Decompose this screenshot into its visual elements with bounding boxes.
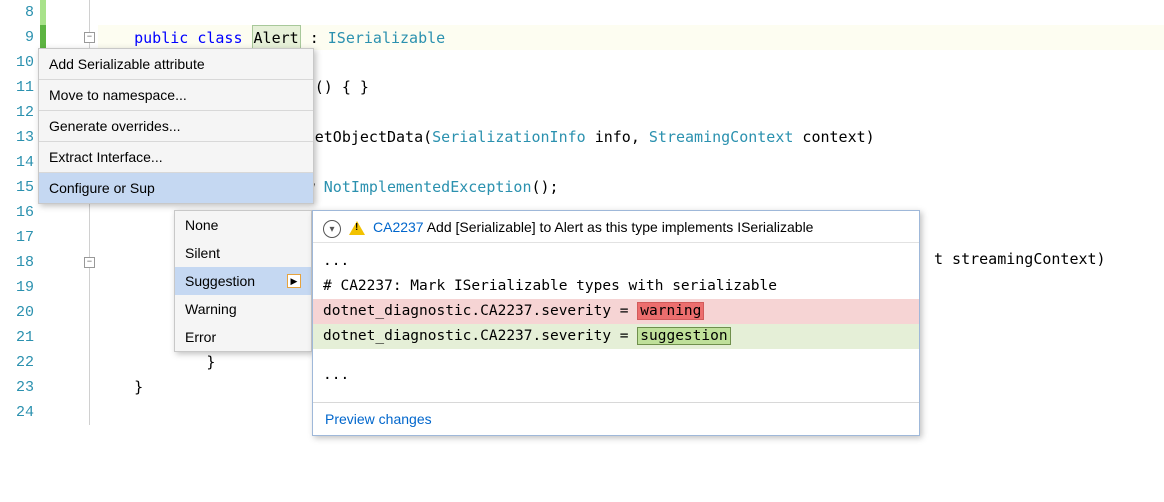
menu-item-extract-interface[interactable]: Extract Interface...	[39, 142, 313, 172]
preview-diff-body: ... # CA2237: Mark ISerializable types w…	[313, 243, 919, 402]
diff-deleted-word: warning	[637, 302, 704, 320]
code-fragment-line18: t streamingContext)	[934, 250, 1106, 268]
submenu-item-suggestion[interactable]: Suggestion ▶	[175, 267, 311, 295]
rule-link[interactable]: CA2237	[373, 219, 424, 235]
quick-actions-menu: Add Serializable attribute Move to names…	[38, 48, 314, 204]
preview-changes-link[interactable]: Preview changes	[313, 402, 919, 435]
diff-added-line: dotnet_diagnostic.CA2237.severity = sugg…	[313, 324, 919, 349]
menu-item-move-namespace[interactable]: Move to namespace...	[39, 80, 313, 110]
line-number-gutter: 8 9 10 11 12 13 14 15 16 17 18 19 20 21 …	[0, 0, 40, 425]
warning-icon	[349, 221, 365, 235]
fold-toggle-icon[interactable]: −	[84, 32, 95, 43]
submenu-item-error[interactable]: Error	[175, 323, 311, 351]
code-line-9[interactable]: public class Alert : ISerializable	[98, 25, 1164, 50]
diff-added-word: suggestion	[637, 327, 730, 345]
fold-toggle-icon[interactable]: −	[84, 257, 95, 268]
menu-item-generate-overrides[interactable]: Generate overrides...	[39, 111, 313, 141]
fix-preview-panel: ▾ CA2237 Add [Serializable] to Alert as …	[312, 210, 920, 436]
preview-title-text: Add [Serializable] to Alert as this type…	[427, 219, 814, 235]
chevron-down-circle-icon[interactable]: ▾	[323, 220, 341, 238]
submenu-item-none[interactable]: None	[175, 211, 311, 239]
submenu-item-silent[interactable]: Silent	[175, 239, 311, 267]
diff-deleted-line: dotnet_diagnostic.CA2237.severity = warn…	[313, 299, 919, 324]
menu-item-add-serializable[interactable]: Add Serializable attribute	[39, 49, 313, 79]
menu-item-configure-suppress[interactable]: Configure or Sup	[39, 173, 313, 203]
submenu-item-warning[interactable]: Warning	[175, 295, 311, 323]
severity-submenu: None Silent Suggestion ▶ Warning Error	[174, 210, 312, 352]
preview-header: ▾ CA2237 Add [Serializable] to Alert as …	[313, 211, 919, 243]
chevron-right-icon: ▶	[287, 274, 301, 288]
